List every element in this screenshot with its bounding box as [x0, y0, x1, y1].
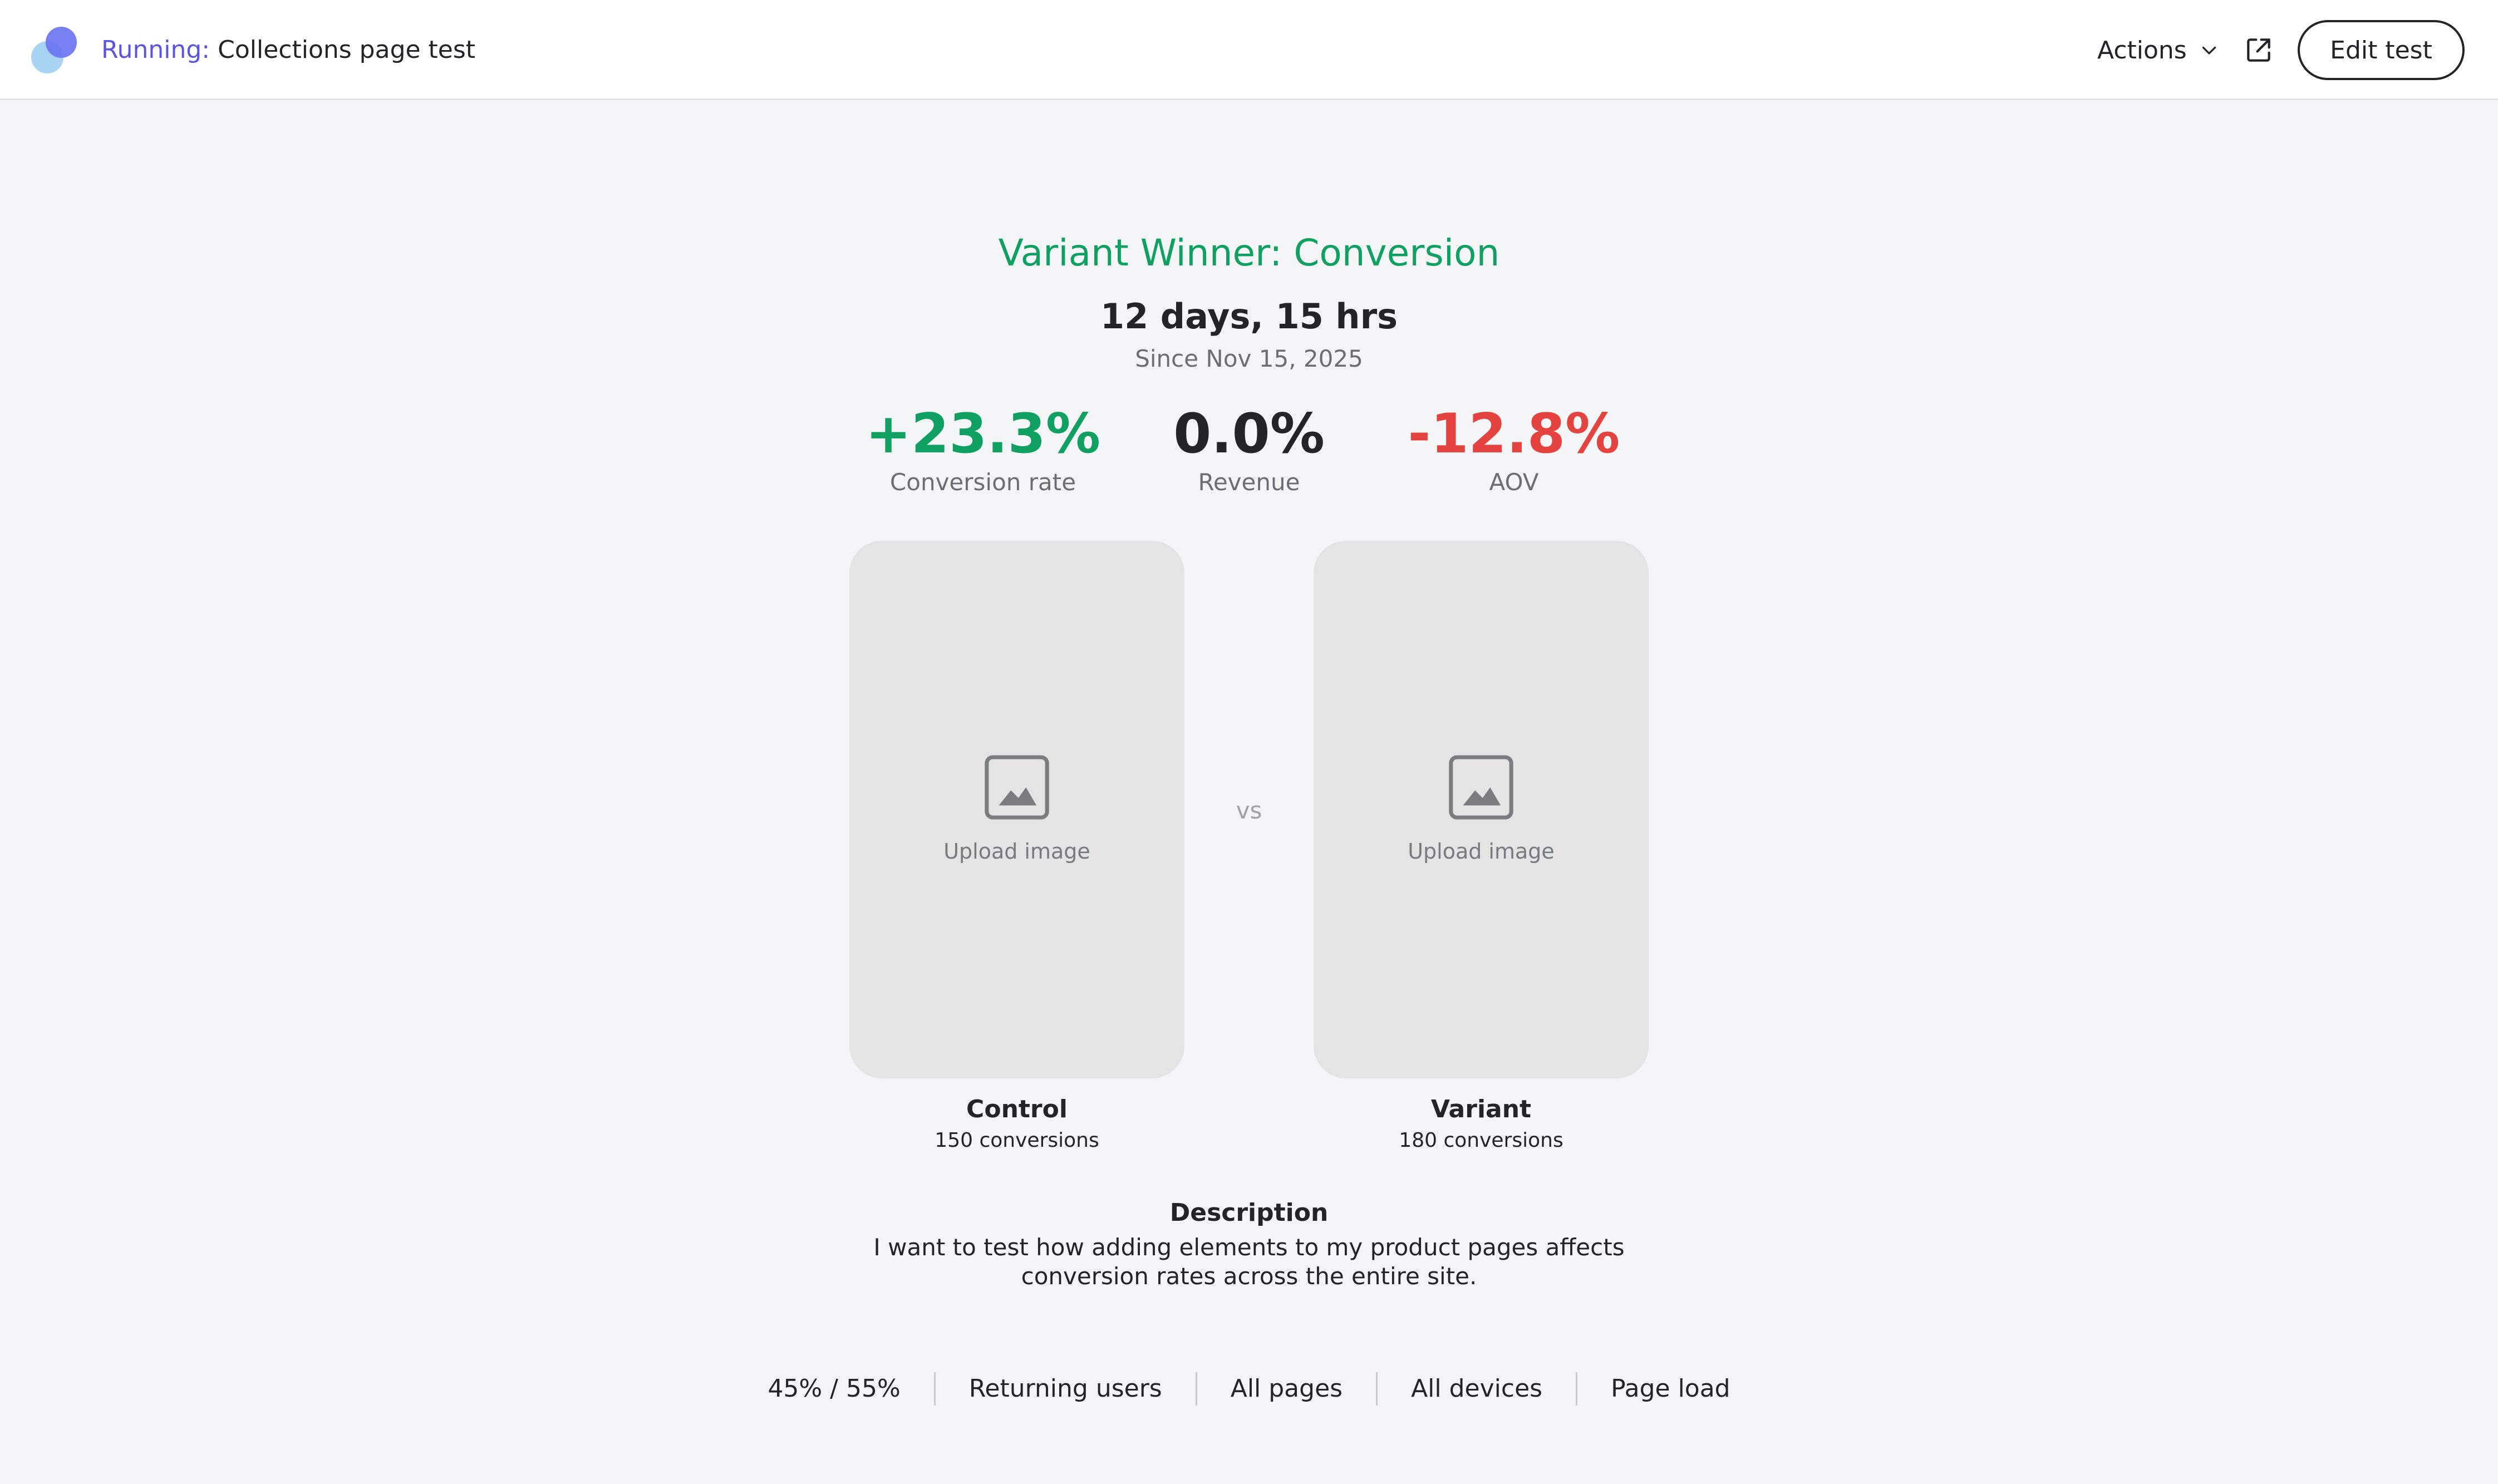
- test-duration: 12 days, 15 hrs: [1100, 296, 1398, 337]
- app-logo: [31, 27, 79, 75]
- pages-target: All pages: [1195, 1372, 1376, 1406]
- image-icon: [985, 755, 1049, 820]
- audience: Returning users: [933, 1372, 1196, 1406]
- actions-menu-button[interactable]: Actions: [2097, 33, 2219, 67]
- test-name: Collections page test: [218, 36, 476, 64]
- variant-caption: Variant 180 conversions: [1314, 1095, 1649, 1152]
- actions-label: Actions: [2097, 36, 2187, 65]
- test-status: Running:: [101, 36, 210, 64]
- description-text: I want to test how adding elements to my…: [873, 1234, 1625, 1290]
- control-conversions: 150 conversions: [935, 1129, 1099, 1152]
- metric-value: +23.3%: [865, 402, 1101, 466]
- control-image-upload[interactable]: Upload image: [849, 541, 1184, 1078]
- variant-title: Variant: [1430, 1095, 1532, 1123]
- top-bar: Running: Collections page test Actions E…: [0, 0, 2498, 100]
- page-title: Running: Collections page test: [101, 33, 475, 67]
- description-heading: Description: [1169, 1199, 1329, 1227]
- metric-label: Conversion rate: [889, 469, 1076, 496]
- devices-target: All devices: [1376, 1372, 1576, 1406]
- control-caption: Control 150 conversions: [849, 1095, 1184, 1152]
- metric-revenue: 0.0% Revenue: [1115, 401, 1383, 496]
- variant-image-upload[interactable]: Upload image: [1314, 541, 1649, 1078]
- metric-value: 0.0%: [1173, 402, 1325, 466]
- vs-label: vs: [1236, 797, 1262, 824]
- variant-conversions: 180 conversions: [1399, 1129, 1563, 1152]
- control-title: Control: [966, 1095, 1068, 1123]
- start-date: Since Nov 15, 2025: [1135, 345, 1363, 372]
- metric-label: Revenue: [1198, 469, 1300, 496]
- edit-test-button[interactable]: Edit test: [2298, 20, 2465, 80]
- external-link-icon[interactable]: [2243, 34, 2274, 66]
- logo-circle-dark: [46, 27, 77, 58]
- winner-heading: Variant Winner: Conversion: [998, 231, 1500, 274]
- metric-value: -12.8%: [1408, 402, 1620, 466]
- upload-image-label: Upload image: [1408, 839, 1555, 864]
- test-settings: 45% / 55% Returning users All pages All …: [0, 1372, 2498, 1406]
- chevron-down-icon: [2202, 46, 2216, 55]
- upload-image-label: Upload image: [943, 839, 1090, 864]
- traffic-split: 45% / 55%: [768, 1374, 901, 1403]
- trigger: Page load: [1576, 1372, 1764, 1406]
- metric-conversion-rate: +23.3% Conversion rate: [849, 401, 1117, 496]
- image-icon: [1449, 755, 1513, 820]
- metric-label: AOV: [1489, 469, 1539, 496]
- metric-aov: -12.8% AOV: [1380, 401, 1648, 496]
